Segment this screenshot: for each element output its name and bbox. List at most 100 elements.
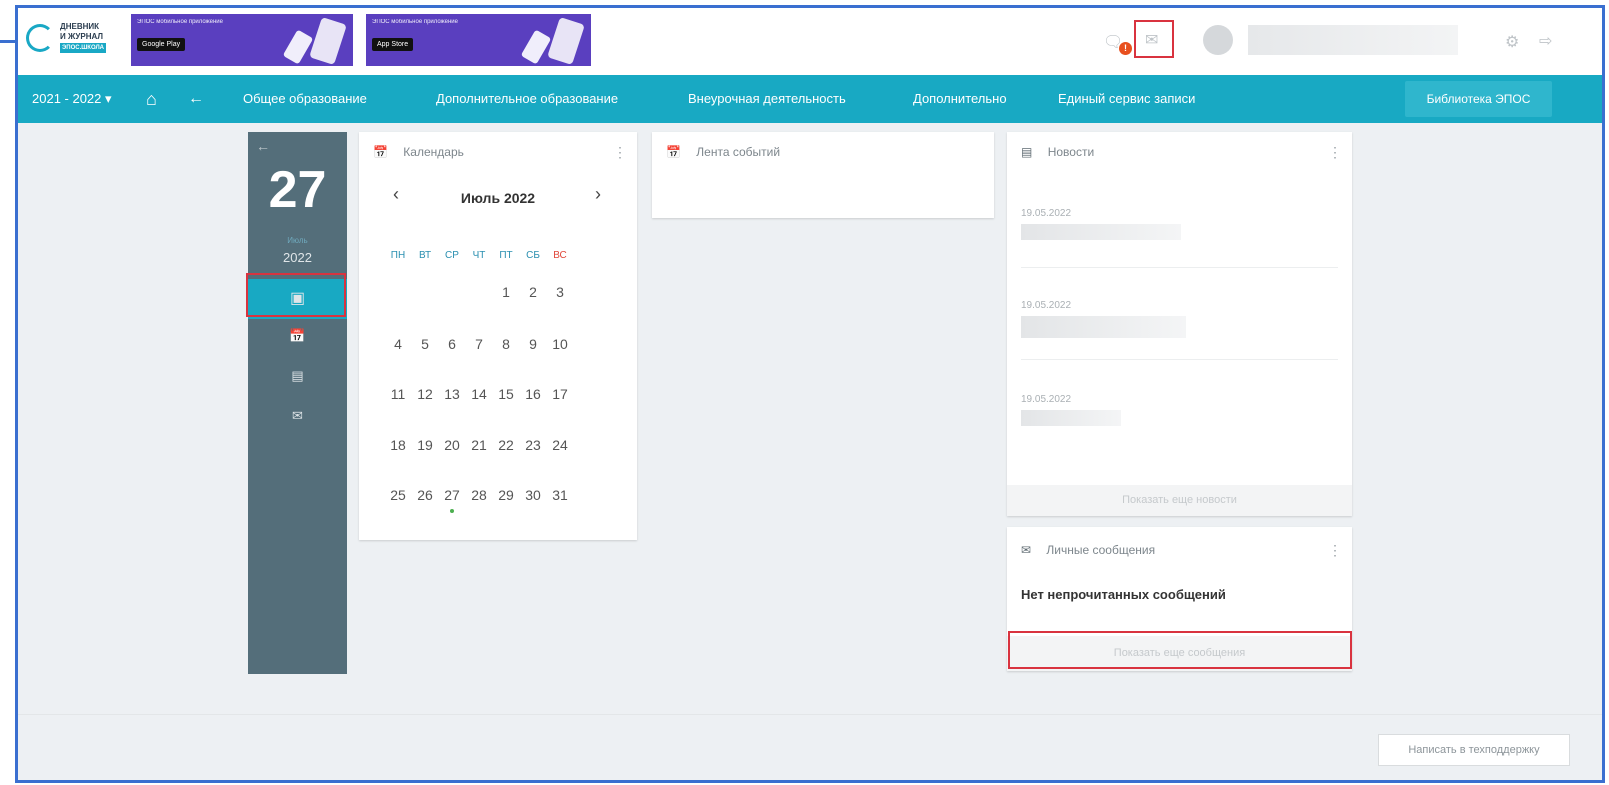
promo-app-store[interactable]: ЭПОС мобильное приложение App Store (366, 14, 591, 66)
calendar-day[interactable]: 12 (412, 386, 438, 402)
today-indicator (450, 509, 454, 513)
no-messages-text: Нет непрочитанных сообщений (1021, 587, 1226, 602)
nav-unified-enrollment[interactable]: Единый сервис записи (1058, 75, 1195, 123)
google-play-badge: Google Play (137, 38, 186, 51)
notification-badge: ! (1119, 42, 1132, 55)
news-text-blurred[interactable] (1021, 224, 1181, 240)
gear-icon[interactable]: ⚙ (1505, 32, 1519, 52)
calendar-day[interactable]: 23 (520, 437, 546, 453)
year-selector[interactable]: 2021 - 2022 ▾ (32, 75, 112, 123)
library-button[interactable]: Библиотека ЭПОС (1405, 81, 1552, 117)
write-support-button[interactable]: Написать в техподдержку (1378, 734, 1570, 766)
news-card: ▤ Новости ⋮ 19.05.2022 19.05.2022 19.05.… (1007, 132, 1352, 516)
promo-google-play[interactable]: ЭПОС мобильное приложение Google Play (131, 14, 353, 66)
main-nav: 2021 - 2022 ▾ ⌂ ← Общее образование Допо… (18, 75, 1602, 123)
events-card: 📅 Лента событий (652, 132, 994, 218)
calendar-day[interactable]: 18 (385, 437, 411, 453)
calendar-day[interactable]: 8 (493, 336, 519, 352)
nav-additional-education[interactable]: Дополнительное образование (436, 75, 618, 123)
top-bar: ДНЕВНИК И ЖУРНАЛ ЭПОС.ШКОЛА ЭПОС мобильн… (18, 8, 1602, 75)
phone-graphic-icon (282, 29, 314, 65)
news-date[interactable]: 19.05.2022 (1021, 394, 1071, 405)
footer-divider (18, 714, 1602, 715)
nav-general-education[interactable]: Общее образование (243, 75, 367, 123)
weekday-label: СБ (526, 250, 540, 261)
mail-icon-highlight (1134, 20, 1174, 58)
calendar-title: Календарь (403, 145, 464, 159)
logo[interactable]: ДНЕВНИК И ЖУРНАЛ ЭПОС.ШКОЛА (26, 22, 106, 53)
home-icon[interactable]: ⌂ (146, 75, 157, 123)
logo-mark-icon (26, 23, 54, 52)
phone-graphic-icon (309, 17, 347, 65)
next-month-icon[interactable]: › (595, 184, 601, 205)
phone-graphic-icon (547, 17, 585, 65)
show-more-messages-highlight (1008, 631, 1352, 669)
calendar-day[interactable]: 26 (412, 487, 438, 503)
divider (1021, 267, 1338, 268)
calendar-icon: 📅 (666, 145, 681, 159)
calendar-day[interactable]: 27 (439, 487, 465, 503)
calendar-day[interactable]: 7 (466, 336, 492, 352)
news-text-blurred[interactable] (1021, 410, 1121, 426)
calendar-day[interactable]: 6 (439, 336, 465, 352)
weekday-label: ПТ (499, 250, 513, 261)
calendar-day[interactable]: 25 (385, 487, 411, 503)
calendar-day[interactable]: 29 (493, 487, 519, 503)
calendar-day[interactable]: 22 (493, 437, 519, 453)
calendar-day[interactable]: 1 (493, 284, 519, 300)
calendar-day[interactable]: 9 (520, 336, 546, 352)
news-date[interactable]: 19.05.2022 (1021, 208, 1071, 219)
news-date[interactable]: 19.05.2022 (1021, 300, 1071, 311)
calendar-day[interactable]: 2 (520, 284, 546, 300)
mail-icon: ✉ (1021, 543, 1032, 557)
calendar-day[interactable]: 21 (466, 437, 492, 453)
calendar-icon[interactable]: 📅 (248, 328, 347, 344)
sidebar-month: Июль (287, 236, 308, 245)
date-sidebar: ← 27 Июль 2022 ▣ 📅 ▤ ✉ (248, 132, 347, 674)
more-vert-icon[interactable]: ⋮ (613, 132, 627, 172)
calendar-day[interactable]: 10 (547, 336, 573, 352)
calendar-day[interactable]: 5 (412, 336, 438, 352)
calendar-day[interactable]: 17 (547, 386, 573, 402)
show-more-news-button[interactable]: Показать еще новости (1007, 485, 1352, 516)
sidebar-mail-highlight (246, 273, 346, 317)
weekday-label: ПН (390, 250, 406, 261)
calendar-day[interactable]: 31 (547, 487, 573, 503)
calendar-day[interactable]: 28 (466, 487, 492, 503)
calendar-day[interactable]: 4 (385, 336, 411, 352)
back-arrow-icon[interactable]: ← (188, 75, 204, 123)
calendar-day[interactable]: 14 (466, 386, 492, 402)
calendar-day[interactable]: 20 (439, 437, 465, 453)
news-icon[interactable]: ▤ (248, 368, 347, 384)
calendar-day[interactable]: 3 (547, 284, 573, 300)
app-frame: ДНЕВНИК И ЖУРНАЛ ЭПОС.ШКОЛА ЭПОС мобильн… (15, 5, 1605, 783)
more-vert-icon[interactable]: ⋮ (1328, 132, 1342, 172)
calendar-icon: 📅 (373, 145, 388, 159)
sidebar-back-icon[interactable]: ← (256, 138, 270, 154)
calendar-day[interactable]: 24 (547, 437, 573, 453)
divider (1021, 359, 1338, 360)
nav-extracurricular[interactable]: Внеурочная деятельность (688, 75, 846, 123)
sidebar-year: 2022 (283, 250, 312, 265)
news-icon: ▤ (1021, 145, 1033, 159)
weekday-label: СР (445, 250, 459, 261)
calendar-day[interactable]: 13 (439, 386, 465, 402)
mail-icon[interactable]: ✉ (248, 408, 347, 424)
app-store-badge: App Store (372, 38, 414, 51)
calendar-day[interactable]: 15 (493, 386, 519, 402)
logo-line-2: И ЖУРНАЛ (60, 32, 103, 41)
avatar[interactable] (1203, 25, 1233, 55)
user-name-blurred (1248, 25, 1458, 55)
logout-icon[interactable]: ⇨ (1539, 31, 1552, 51)
news-text-blurred[interactable] (1021, 316, 1186, 338)
promo-title: ЭПОС мобильное приложение (372, 19, 458, 25)
calendar-day[interactable]: 19 (412, 437, 438, 453)
weekday-label: ВС (553, 250, 567, 261)
calendar-day[interactable]: 30 (520, 487, 546, 503)
calendar-day[interactable]: 11 (385, 386, 411, 402)
calendar-day[interactable]: 16 (520, 386, 546, 402)
nav-additional[interactable]: Дополнительно (913, 75, 1007, 123)
weekday-label: ЧТ (472, 250, 486, 261)
phone-graphic-icon (520, 29, 552, 65)
more-vert-icon[interactable]: ⋮ (1328, 527, 1342, 573)
